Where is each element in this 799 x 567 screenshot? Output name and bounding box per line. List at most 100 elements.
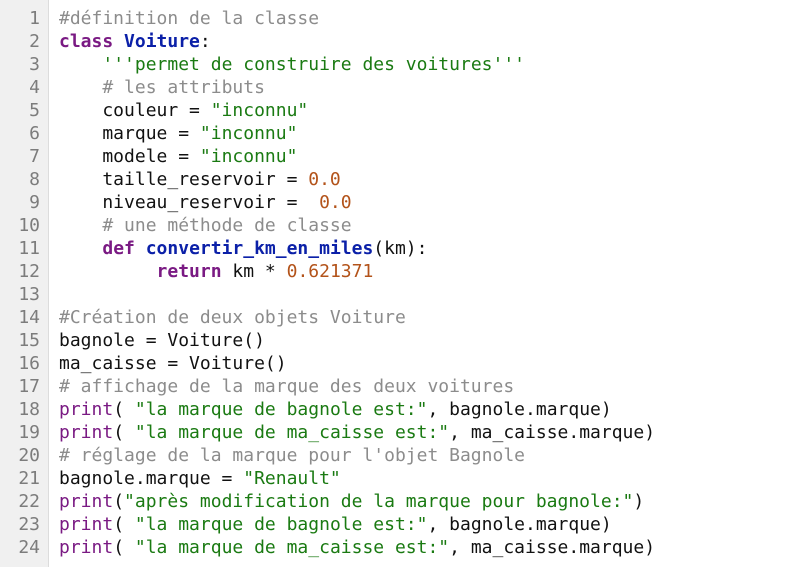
string-token: "la marque de bagnole est:"	[134, 399, 428, 420]
line-number: 7	[29, 146, 40, 167]
line-number: 13	[18, 284, 40, 305]
definition-name-token: Voiture	[124, 31, 200, 52]
code-area[interactable]: 1 #définition de la classe 2 class Voiture:…	[0, 7, 799, 559]
code-line[interactable]: 20 # réglage de la marque pour l'objet Ba…	[0, 444, 799, 467]
identifier-token: , bagnole.marque)	[427, 514, 612, 535]
code-line[interactable]: 15 bagnole = Voiture()	[0, 329, 799, 352]
string-token: "la marque de ma_caisse est:"	[134, 537, 450, 558]
identifier-token: (	[113, 514, 135, 535]
string-token: "inconnu"	[210, 100, 309, 121]
line-number: 8	[29, 169, 40, 190]
line-code: modele = "inconnu"	[59, 145, 297, 168]
line-number: 4	[29, 77, 40, 98]
line-code: '''permet de construire des voitures'''	[59, 53, 525, 76]
code-line[interactable]: 10 # une méthode de classe	[0, 214, 799, 237]
number-token: 0.621371	[286, 261, 374, 282]
code-line[interactable]: 12 return km * 0.621371	[0, 260, 799, 283]
code-line[interactable]: 8 taille_reservoir = 0.0	[0, 168, 799, 191]
line-code: return km * 0.621371	[59, 260, 374, 283]
code-line[interactable]: 22 print("après modification de la marque…	[0, 490, 799, 513]
comment-token: #définition de la classe	[59, 8, 320, 29]
code-line[interactable]: 13	[0, 283, 799, 306]
identifier-token: , ma_caisse.marque)	[449, 422, 656, 443]
line-code: class Voiture:	[59, 30, 211, 53]
line-number: 6	[29, 123, 40, 144]
code-line[interactable]: 7 modele = "inconnu"	[0, 145, 799, 168]
builtin-function-token: print	[59, 422, 114, 443]
identifier-token: taille_reservoir =	[59, 169, 309, 190]
number-token: 0.0	[308, 169, 341, 190]
line-number: 3	[29, 54, 40, 75]
comment-token: # les attributs	[102, 77, 265, 98]
code-line[interactable]: 4 # les attributs	[0, 76, 799, 99]
definition-name-token: convertir_km_en_miles	[145, 238, 374, 259]
line-number: 21	[18, 468, 40, 489]
line-number: 19	[18, 422, 40, 443]
keyword-token: return	[156, 261, 222, 282]
keyword-token: class	[59, 31, 114, 52]
builtin-function-token: print	[59, 514, 114, 535]
code-line[interactable]: 11 def convertir_km_en_miles(km):	[0, 237, 799, 260]
line-number: 5	[29, 100, 40, 121]
identifier-token: , ma_caisse.marque)	[449, 537, 656, 558]
identifier-token: (	[113, 537, 135, 558]
string-token: "après modification de la marque pour ba…	[124, 491, 634, 512]
code-line[interactable]: 24 print( "la marque de ma_caisse est:", …	[0, 536, 799, 559]
line-code: print( "la marque de ma_caisse est:", ma…	[59, 421, 655, 444]
identifier-token: )	[633, 491, 645, 512]
string-token: '''permet de construire des voitures'''	[102, 54, 525, 75]
identifier-token: (	[113, 491, 125, 512]
whitespace-token: :	[199, 31, 211, 52]
line-number: 20	[18, 445, 40, 466]
string-token: "inconnu"	[199, 123, 298, 144]
identifier-token: marque =	[59, 123, 200, 144]
line-code: print( "la marque de bagnole est:", bagn…	[59, 513, 612, 536]
line-code: print( "la marque de ma_caisse est:", ma…	[59, 536, 655, 559]
line-number: 1	[29, 8, 40, 29]
code-line[interactable]: 16 ma_caisse = Voiture()	[0, 352, 799, 375]
code-editor[interactable]: 1 #définition de la classe 2 class Voiture:…	[0, 0, 799, 567]
comment-token: # une méthode de classe	[102, 215, 352, 236]
code-line[interactable]: 19 print( "la marque de ma_caisse est:", …	[0, 421, 799, 444]
code-line[interactable]: 17 # affichage de la marque des deux voit…	[0, 375, 799, 398]
line-code: bagnole = Voiture()	[59, 329, 265, 352]
code-line[interactable]: 3 '''permet de construire des voitures''…	[0, 53, 799, 76]
line-code: marque = "inconnu"	[59, 122, 297, 145]
code-line[interactable]: 5 couleur = "inconnu"	[0, 99, 799, 122]
line-number: 22	[18, 491, 40, 512]
identifier-token: modele =	[59, 146, 200, 167]
line-code: # réglage de la marque pour l'objet Bagn…	[59, 444, 525, 467]
code-line[interactable]: 23 print( "la marque de bagnole est:", ba…	[0, 513, 799, 536]
identifier-token: niveau_reservoir =	[59, 192, 320, 213]
line-code: bagnole.marque = "Renault"	[59, 467, 341, 490]
string-token: "la marque de ma_caisse est:"	[134, 422, 450, 443]
comment-token: #Création de deux objets Voiture	[59, 307, 406, 328]
line-code: #définition de la classe	[59, 7, 319, 30]
code-line[interactable]: 9 niveau_reservoir = 0.0	[0, 191, 799, 214]
line-number: 17	[18, 376, 40, 397]
code-line[interactable]: 14 #Création de deux objets Voiture	[0, 306, 799, 329]
line-number: 24	[18, 537, 40, 558]
code-line[interactable]: 6 marque = "inconnu"	[0, 122, 799, 145]
line-code: # affichage de la marque des deux voitur…	[59, 375, 514, 398]
keyword-token: def	[102, 238, 135, 259]
identifier-token: couleur =	[59, 100, 211, 121]
line-code: # les attributs	[59, 76, 265, 99]
line-number: 23	[18, 514, 40, 535]
line-number: 18	[18, 399, 40, 420]
code-line[interactable]: 21 bagnole.marque = "Renault"	[0, 467, 799, 490]
code-line[interactable]: 18 print( "la marque de bagnole est:", ba…	[0, 398, 799, 421]
line-code: niveau_reservoir = 0.0	[59, 191, 351, 214]
builtin-function-token: print	[59, 491, 114, 512]
line-code: print( "la marque de bagnole est:", bagn…	[59, 398, 612, 421]
code-line[interactable]: 1 #définition de la classe	[0, 7, 799, 30]
code-line[interactable]: 2 class Voiture:	[0, 30, 799, 53]
line-code: print("après modification de la marque p…	[59, 490, 644, 513]
line-code: #Création de deux objets Voiture	[59, 306, 406, 329]
